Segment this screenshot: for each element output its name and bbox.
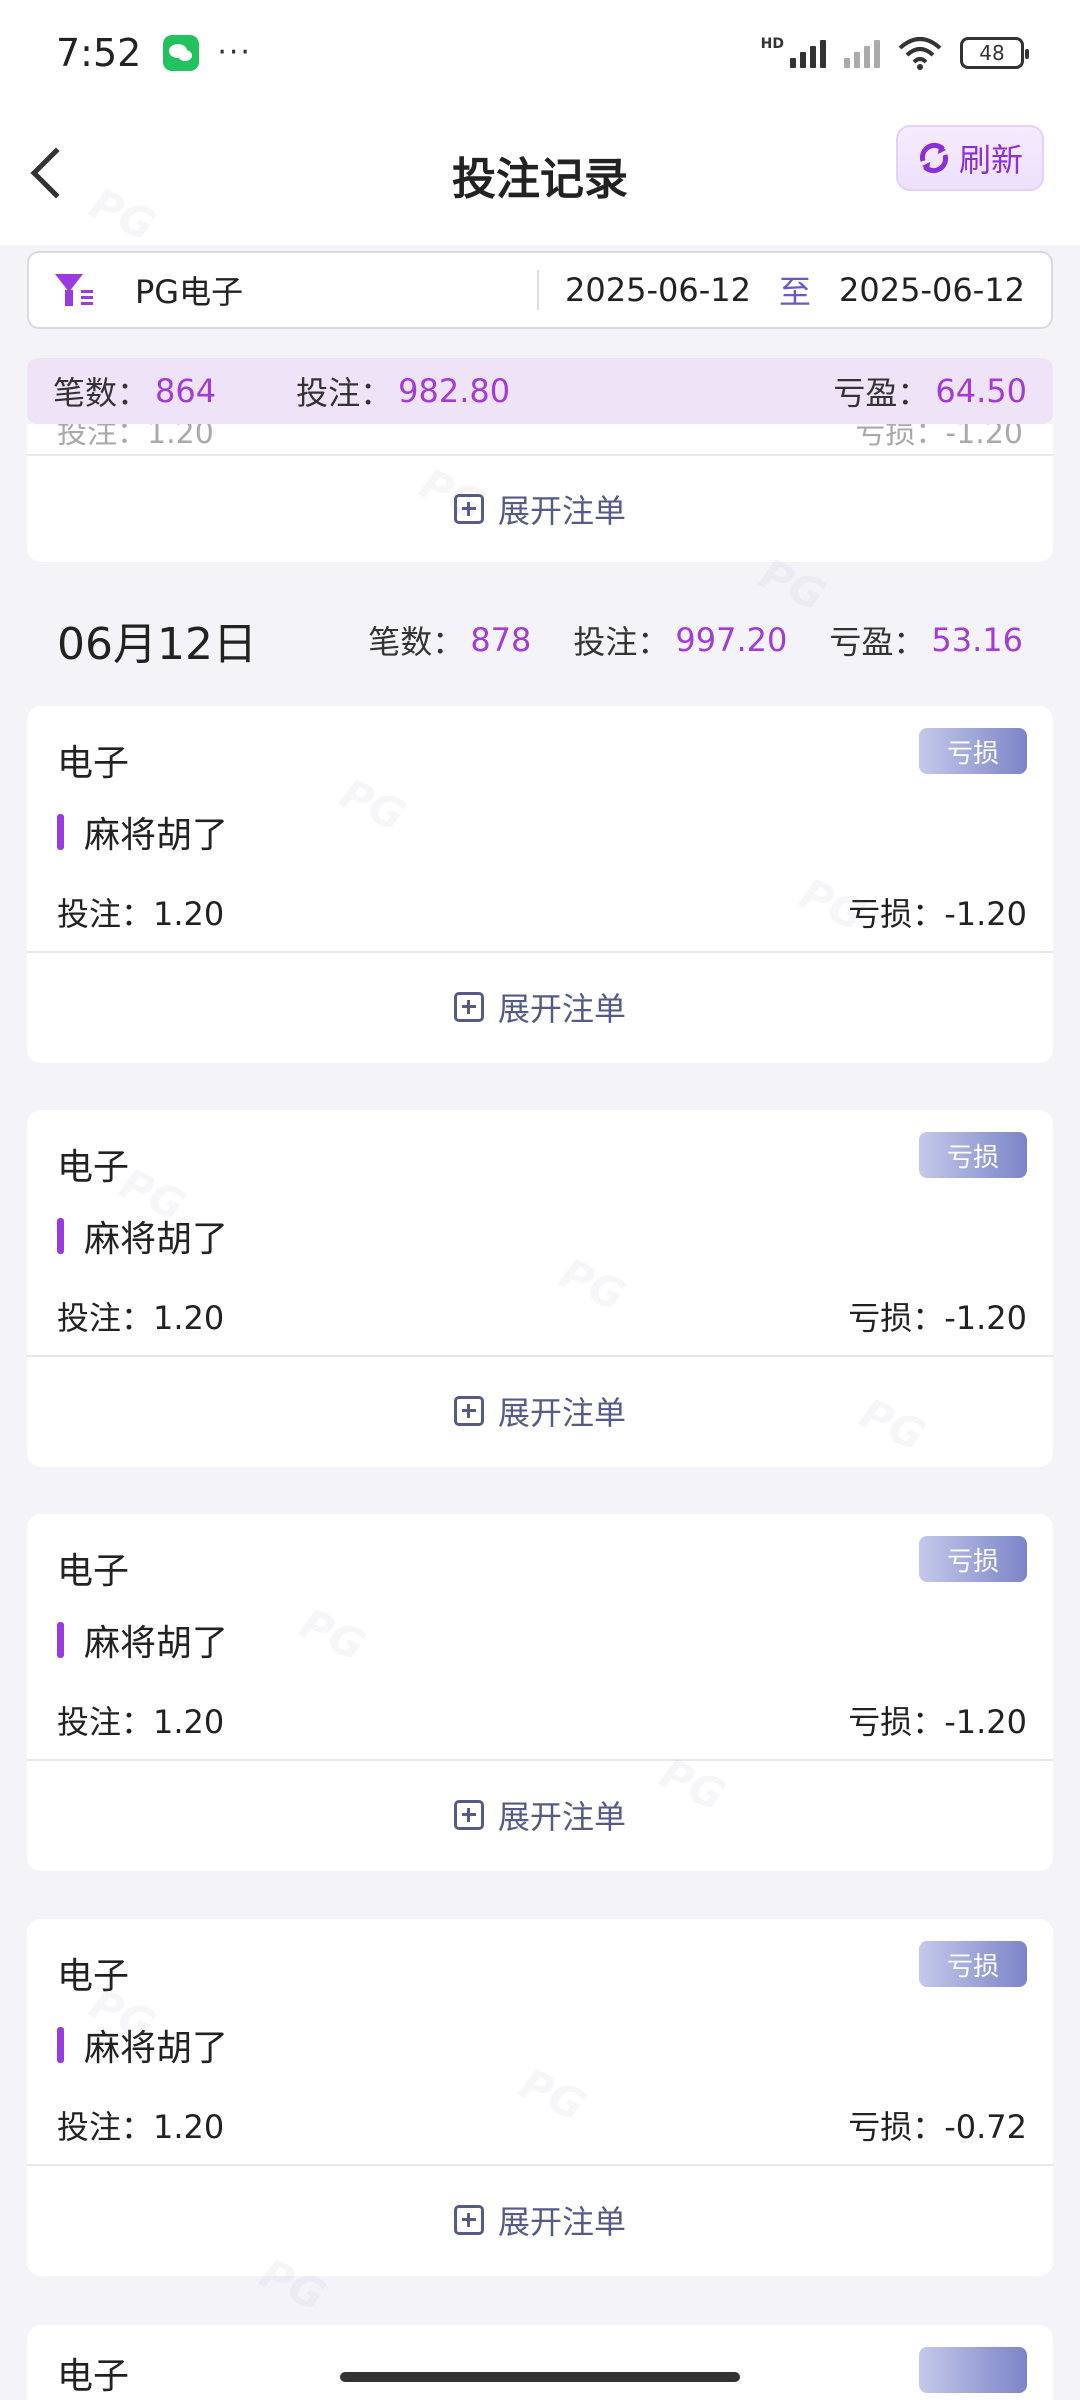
plus-box-icon (453, 992, 484, 1022)
bet-card: 电子 亏损 麻将胡了 投注：1.20 亏损：-1.20 展开注单 (27, 1110, 1053, 1467)
status-badge: 亏损 (919, 728, 1027, 774)
day-date: 06月12日 (57, 619, 257, 670)
card-type: 电子 (57, 1956, 130, 1997)
hd-label: HD (760, 35, 784, 52)
summary-bar: 笔数： 864 投注： 982.80 亏盈： 64.50 (27, 358, 1053, 424)
loss-amount: 亏损：-0.72 (848, 2108, 1027, 2146)
date-separator: 至 (779, 273, 812, 311)
card-type: 电子 (57, 743, 130, 784)
signal-icon (790, 38, 826, 68)
profit-label: 亏盈： (833, 374, 930, 412)
bet-card: 电子 亏损 麻将胡了 投注：1.20 亏损：-0.72 展开注单 (27, 1919, 1053, 2276)
home-indicator[interactable] (340, 2372, 740, 2382)
status-badge: 亏损 (919, 1132, 1027, 1178)
count-value: 864 (155, 372, 217, 410)
game-name-text: 麻将胡了 (84, 815, 229, 856)
refresh-label: 刷新 (958, 141, 1023, 179)
loss-amount: 亏损：-1.20 (848, 1299, 1027, 1337)
accent-bar (57, 1218, 64, 1254)
expand-label: 展开注单 (497, 1798, 626, 1836)
day-profit-value: 53.16 (931, 621, 1023, 659)
filter-icon[interactable] (55, 270, 95, 310)
expand-label: 展开注单 (497, 990, 626, 1028)
bet-label: 投注： (296, 374, 393, 412)
expand-button[interactable]: 展开注单 (27, 953, 1053, 1061)
battery-icon: 48 (960, 36, 1029, 69)
more-dots-icon: ··· (217, 35, 252, 70)
card-type: 电子 (57, 1551, 130, 1592)
bet-amount: 投注：1.20 (57, 895, 225, 933)
card-type: 电子 (57, 2356, 130, 2397)
game-name-text: 麻将胡了 (84, 1623, 229, 1664)
plus-box-icon (453, 1800, 484, 1830)
status-time: 7:52 (56, 30, 142, 75)
bet-card-peek: 电子 (27, 2325, 1053, 2400)
day-profit-label: 亏盈： (829, 623, 926, 661)
loss-amount: 亏损：-1.20 (848, 895, 1027, 933)
bet-value: 982.80 (398, 372, 511, 410)
bet-card: 电子 亏损 麻将胡了 投注：1.20 亏损：-1.20 展开注单 (27, 1514, 1053, 1871)
game-name: 麻将胡了 (57, 1210, 228, 1262)
refresh-button[interactable]: 刷新 (896, 125, 1044, 191)
plus-box-icon (453, 2205, 484, 2235)
filter-divider (537, 270, 540, 310)
filter-bar: PG电子 2025-06-12 至 2025-06-12 (27, 251, 1053, 329)
expand-button[interactable]: 展开注单 (27, 456, 1053, 562)
date-from[interactable]: 2025-06-12 (565, 271, 751, 309)
refresh-icon (919, 142, 948, 174)
expand-button[interactable]: 展开注单 (27, 1357, 1053, 1465)
bet-card: 电子 亏损 麻将胡了 投注：1.20 亏损：-1.20 展开注单 (27, 706, 1053, 1063)
partial-bet: 投注：1.20 (57, 424, 214, 451)
partial-loss: 亏损：-1.20 (855, 424, 1023, 451)
wifi-icon (898, 36, 942, 70)
game-name: 麻将胡了 (57, 1614, 228, 1666)
wechat-icon (163, 34, 200, 71)
day-header: 06月12日 笔数： 878 投注： 997.20 亏盈： 53.16 (0, 595, 1080, 685)
plus-box-icon (453, 1396, 484, 1426)
count-label: 笔数： (53, 374, 150, 412)
day-bet-label: 投注： (573, 623, 670, 661)
day-count-label: 笔数： (368, 623, 465, 661)
day-count-value: 878 (470, 621, 532, 659)
day-bet-value: 997.20 (675, 621, 788, 659)
expand-button[interactable]: 展开注单 (27, 1761, 1053, 1869)
accent-bar (57, 1622, 64, 1658)
date-to[interactable]: 2025-06-12 (839, 271, 1025, 309)
plus-box-icon (453, 494, 484, 524)
game-name-text: 麻将胡了 (84, 1219, 229, 1260)
expand-label: 展开注单 (497, 2203, 626, 2241)
page-title: 投注记录 (452, 154, 628, 205)
back-icon[interactable] (30, 147, 82, 199)
expand-button[interactable]: 展开注单 (27, 2166, 1053, 2274)
bet-amount: 投注：1.20 (57, 1299, 225, 1337)
status-badge (919, 2347, 1027, 2393)
status-badge: 亏损 (919, 1941, 1027, 1987)
status-badge: 亏损 (919, 1536, 1027, 1582)
accent-bar (57, 2027, 64, 2063)
game-filter[interactable]: PG电子 (135, 267, 243, 313)
status-bar: 7:52 ··· HD 48 (0, 0, 1080, 105)
expand-label: 展开注单 (497, 492, 626, 530)
status-indicators: HD 48 (760, 35, 1029, 70)
bet-amount: 投注：1.20 (57, 1703, 225, 1741)
card-type: 电子 (57, 1147, 130, 1188)
battery-level: 48 (979, 40, 1005, 65)
signal-weak-icon (844, 38, 880, 68)
bet-amount: 投注：1.20 (57, 2108, 225, 2146)
game-name: 麻将胡了 (57, 2019, 228, 2071)
day-stats: 笔数： 878 投注： 997.20 亏盈： 53.16 (368, 617, 1023, 663)
partial-card: 投注：1.20 亏损：-1.20 展开注单 (27, 424, 1053, 562)
game-name: 麻将胡了 (57, 806, 228, 858)
loss-amount: 亏损：-1.20 (848, 1703, 1027, 1741)
profit-value: 64.50 (935, 372, 1027, 410)
accent-bar (57, 814, 64, 850)
game-name-text: 麻将胡了 (84, 2028, 229, 2069)
expand-label: 展开注单 (497, 1394, 626, 1432)
header: 投注记录 刷新 (0, 105, 1080, 245)
